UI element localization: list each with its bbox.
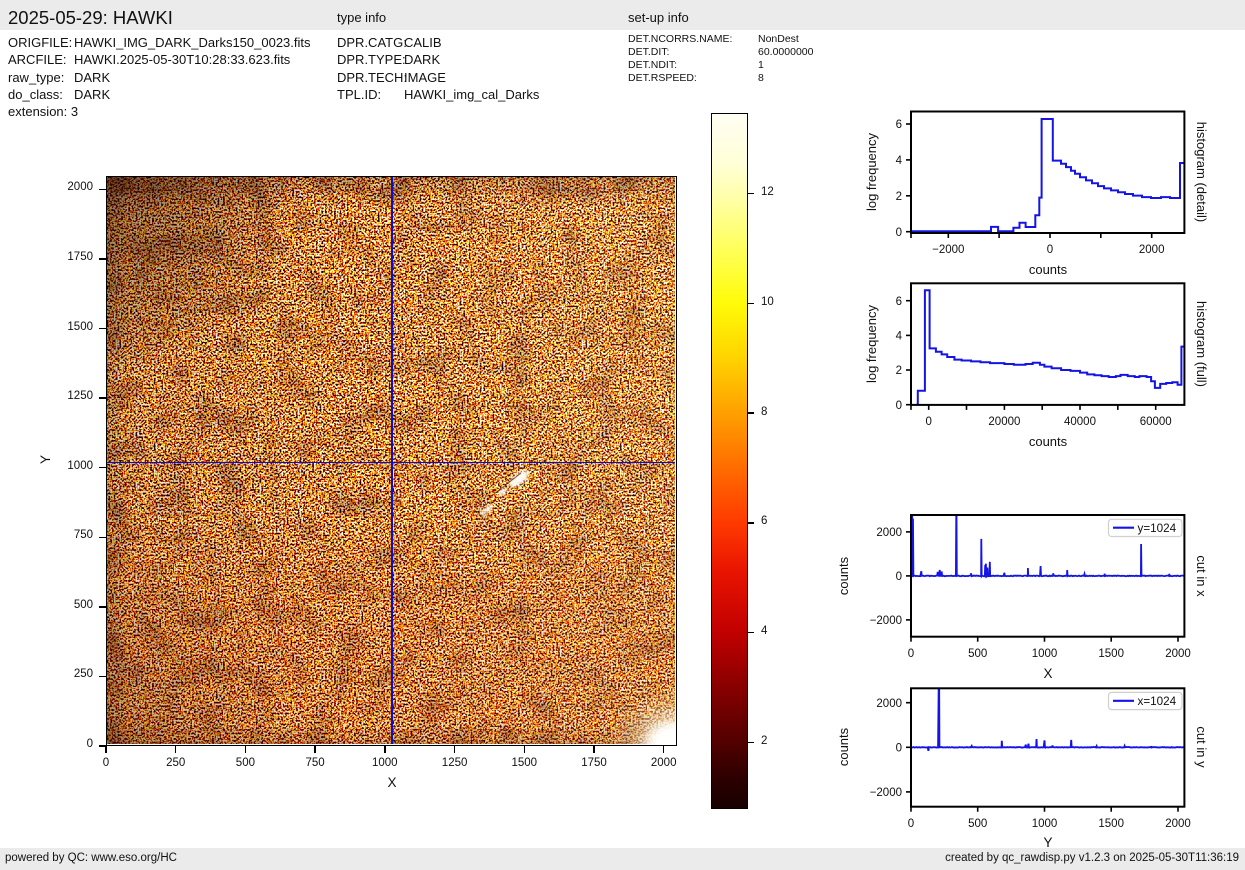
svg-text:2000: 2000: [1165, 818, 1191, 830]
svg-text:2: 2: [896, 365, 902, 377]
svg-text:20000: 20000: [988, 416, 1020, 428]
svg-text:2000: 2000: [876, 698, 902, 710]
svg-text:2000: 2000: [876, 527, 902, 539]
svg-text:−2000: −2000: [870, 615, 902, 627]
svg-text:6: 6: [896, 119, 902, 131]
svg-text:0: 0: [908, 648, 914, 660]
svg-text:500: 500: [968, 648, 987, 660]
svg-text:counts: counts: [1029, 262, 1068, 277]
svg-text:histogram (full): histogram (full): [1194, 301, 1209, 387]
svg-text:0: 0: [925, 416, 931, 428]
svg-text:histogram (detail): histogram (detail): [1194, 122, 1209, 222]
svg-text:1000: 1000: [1032, 648, 1058, 660]
svg-text:log frequency: log frequency: [864, 304, 879, 383]
svg-text:log frequency: log frequency: [864, 132, 879, 211]
svg-text:2000: 2000: [1139, 244, 1165, 256]
svg-text:counts: counts: [836, 556, 851, 595]
svg-text:4: 4: [896, 155, 903, 167]
svg-text:y=1024: y=1024: [1138, 522, 1177, 535]
svg-text:2000: 2000: [1165, 648, 1191, 660]
svg-text:2: 2: [896, 191, 902, 203]
svg-text:cut in x: cut in x: [1194, 555, 1209, 597]
svg-text:6: 6: [896, 296, 902, 308]
svg-text:0: 0: [1047, 244, 1053, 256]
svg-text:0: 0: [896, 227, 902, 239]
svg-text:0: 0: [896, 742, 902, 754]
svg-text:1500: 1500: [1098, 818, 1124, 830]
svg-text:60000: 60000: [1140, 416, 1172, 428]
svg-text:−2000: −2000: [870, 787, 902, 799]
svg-text:−2000: −2000: [932, 244, 964, 256]
svg-text:counts: counts: [1029, 434, 1068, 449]
svg-text:1500: 1500: [1098, 648, 1124, 660]
svg-text:40000: 40000: [1064, 416, 1096, 428]
svg-text:counts: counts: [836, 727, 851, 766]
svg-text:0: 0: [896, 571, 902, 583]
svg-text:0: 0: [908, 818, 914, 830]
svg-text:0: 0: [896, 400, 902, 412]
svg-text:1000: 1000: [1032, 818, 1058, 830]
svg-text:cut in y: cut in y: [1194, 726, 1209, 768]
svg-text:x=1024: x=1024: [1138, 695, 1177, 708]
svg-text:X: X: [1043, 666, 1052, 681]
svg-text:500: 500: [968, 818, 987, 830]
svg-text:4: 4: [896, 331, 903, 343]
